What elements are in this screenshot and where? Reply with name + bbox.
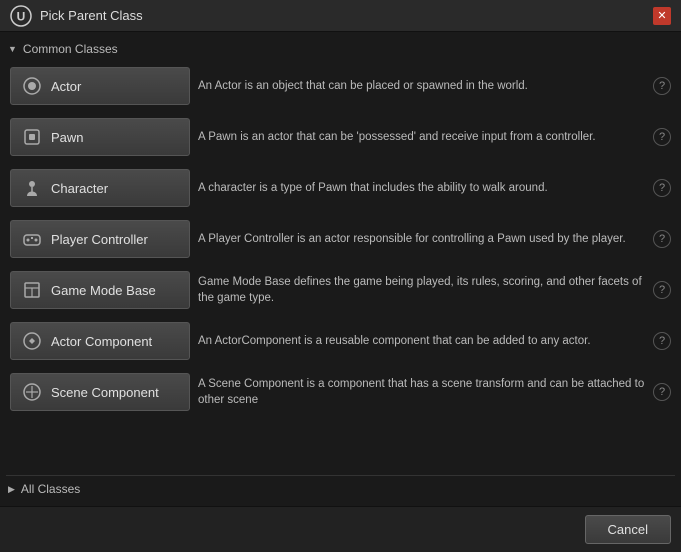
dialog-title: Pick Parent Class: [40, 8, 143, 23]
actor-icon: [21, 75, 43, 97]
common-classes-arrow: ▼: [8, 44, 17, 54]
main-content: ▼ Common Classes Actor An Actor is an obj…: [0, 32, 681, 506]
all-classes-label: All Classes: [21, 482, 80, 496]
class-description: An ActorComponent is a reusable componen…: [198, 333, 645, 349]
close-button[interactable]: ✕: [653, 7, 671, 25]
footer: Cancel: [0, 506, 681, 552]
class-row[interactable]: Game Mode Base Game Mode Base defines the…: [6, 266, 675, 314]
class-btn-label: Pawn: [51, 130, 84, 145]
class-row[interactable]: Scene Component A Scene Component is a co…: [6, 368, 675, 416]
class-btn-label: Game Mode Base: [51, 283, 156, 298]
help-icon[interactable]: ?: [653, 332, 671, 350]
common-classes-header: ▼ Common Classes: [6, 38, 675, 62]
class-btn-actor-component[interactable]: Actor Component: [10, 322, 190, 360]
game-mode-icon: [21, 279, 43, 301]
class-row[interactable]: Character A character is a type of Pawn t…: [6, 164, 675, 212]
class-list: Actor An Actor is an object that can be p…: [6, 62, 675, 471]
class-description: A Pawn is an actor that can be 'possesse…: [198, 129, 645, 145]
class-description: An Actor is an object that can be placed…: [198, 78, 645, 94]
title-bar-left: U Pick Parent Class: [10, 5, 143, 27]
class-row[interactable]: Pawn A Pawn is an actor that can be 'poss…: [6, 113, 675, 161]
class-description: A character is a type of Pawn that inclu…: [198, 180, 645, 196]
help-icon[interactable]: ?: [653, 383, 671, 401]
scene-component-icon: [21, 381, 43, 403]
class-btn-label: Scene Component: [51, 385, 159, 400]
class-description: A Player Controller is an actor responsi…: [198, 231, 645, 247]
help-icon[interactable]: ?: [653, 128, 671, 146]
common-classes-label: Common Classes: [23, 42, 118, 56]
class-btn-player-controller[interactable]: Player Controller: [10, 220, 190, 258]
help-icon[interactable]: ?: [653, 179, 671, 197]
help-icon[interactable]: ?: [653, 281, 671, 299]
title-bar: U Pick Parent Class ✕: [0, 0, 681, 32]
all-classes-arrow: ▶: [8, 484, 15, 495]
pawn-icon: [21, 126, 43, 148]
class-btn-actor[interactable]: Actor: [10, 67, 190, 105]
class-description: A Scene Component is a component that ha…: [198, 376, 645, 408]
class-row[interactable]: Actor Component An ActorComponent is a re…: [6, 317, 675, 365]
player-controller-icon: [21, 228, 43, 250]
help-icon[interactable]: ?: [653, 230, 671, 248]
actor-component-icon: [21, 330, 43, 352]
class-description: Game Mode Base defines the game being pl…: [198, 274, 645, 306]
class-row[interactable]: Player Controller A Player Controller is …: [6, 215, 675, 263]
class-btn-character[interactable]: Character: [10, 169, 190, 207]
class-btn-label: Character: [51, 181, 108, 196]
character-icon: [21, 177, 43, 199]
help-icon[interactable]: ?: [653, 77, 671, 95]
class-btn-label: Actor: [51, 79, 81, 94]
class-btn-label: Player Controller: [51, 232, 148, 247]
class-row[interactable]: Actor An Actor is an object that can be p…: [6, 62, 675, 110]
all-classes-header[interactable]: ▶ All Classes: [6, 475, 675, 500]
cancel-button[interactable]: Cancel: [585, 515, 671, 544]
svg-text:U: U: [17, 9, 26, 23]
class-btn-scene-component[interactable]: Scene Component: [10, 373, 190, 411]
class-btn-pawn[interactable]: Pawn: [10, 118, 190, 156]
class-btn-label: Actor Component: [51, 334, 152, 349]
ue-logo: U: [10, 5, 32, 27]
class-btn-game-mode[interactable]: Game Mode Base: [10, 271, 190, 309]
